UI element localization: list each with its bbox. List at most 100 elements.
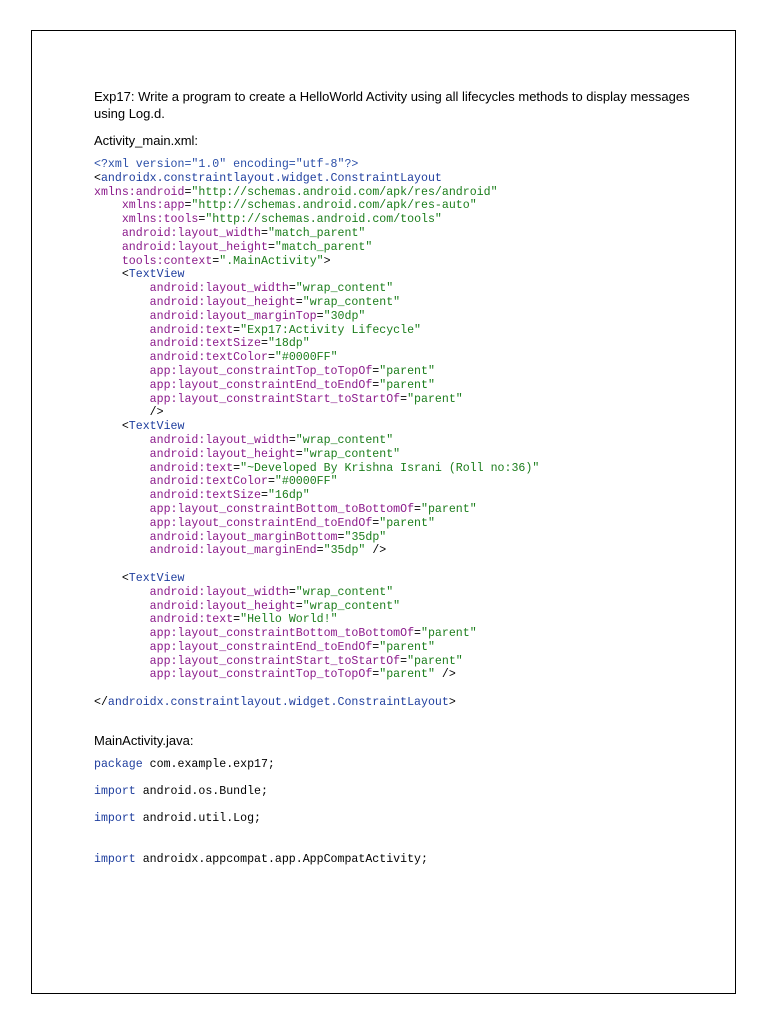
java-file-label: MainActivity.java: <box>94 732 194 748</box>
java-token: import <box>94 811 136 825</box>
xml-token: "wrap_content" <box>302 295 401 309</box>
xml-line: <TextView <box>94 572 715 586</box>
xml-token: < <box>94 420 129 434</box>
xml-token: "parent" <box>407 392 463 406</box>
xml-token: = <box>414 627 422 641</box>
java-token: package <box>94 757 143 771</box>
xml-line: <androidx.constraintlayout.widget.Constr… <box>94 172 715 186</box>
xml-token: = <box>288 585 296 599</box>
xml-token: android:layout_height <box>94 599 296 613</box>
xml-token: "http://schemas.android.com/tools" <box>205 213 442 227</box>
xml-line: xmlns:tools="http://schemas.android.com/… <box>94 213 715 227</box>
xml-token: > <box>448 696 456 710</box>
xml-line: tools:context=".MainActivity"> <box>94 255 715 269</box>
xml-token: "parent" <box>379 364 435 378</box>
xml-token: /> <box>94 406 164 420</box>
xml-token: "match_parent" <box>274 240 373 254</box>
xml-token: android:layout_height <box>94 295 296 309</box>
xml-token: "#0000FF" <box>274 351 338 365</box>
xml-token: android:layout_width <box>94 226 261 240</box>
xml-token: tools:context <box>94 254 213 268</box>
xml-token: "http://schemas.android.com/apk/res/andr… <box>191 185 498 199</box>
xml-token: android:textColor <box>94 351 268 365</box>
xml-token: "Exp17:Activity Lifecycle" <box>240 323 422 337</box>
xml-token: "parent" <box>379 640 435 654</box>
xml-token: < <box>94 268 129 282</box>
xml-token: TextView <box>128 268 185 282</box>
xml-token: "~Developed By Krishna Israni (Roll no:3… <box>240 461 540 475</box>
xml-token: "wrap_content" <box>302 447 401 461</box>
xml-line: android:layout_height="wrap_content" <box>94 600 715 614</box>
xml-token: xmlns:tools <box>94 213 199 227</box>
xml-line: android:layout_width="match_parent" <box>94 227 715 241</box>
xml-token: "wrap_content" <box>295 585 394 599</box>
xml-line: xmlns:app="http://schemas.android.com/ap… <box>94 199 715 213</box>
xml-token: "http://schemas.android.com/apk/res-auto… <box>191 199 477 213</box>
xml-token: "18dp" <box>267 337 310 351</box>
xml-token: = <box>316 309 324 323</box>
xml-line: app:layout_constraintEnd_toEndOf="parent… <box>94 641 715 655</box>
xml-token: "wrap_content" <box>295 433 394 447</box>
xml-token: app:layout_constraintEnd_toEndOf <box>94 516 373 530</box>
xml-line: android:layout_marginBottom="35dp" <box>94 531 715 545</box>
xml-token: = <box>288 282 296 296</box>
xml-token: /> <box>434 668 456 682</box>
xml-token: "parent" <box>421 502 477 516</box>
xml-code-block: <?xml version="1.0" encoding="utf-8"?> <a… <box>94 158 715 710</box>
xml-token: androidx.constraintlayout.widget.Constra… <box>107 696 449 710</box>
xml-line: android:layout_height="match_parent" <box>94 241 715 255</box>
xml-token: android:layout_height <box>94 447 296 461</box>
xml-token: /> <box>365 544 387 558</box>
xml-token: = <box>267 475 275 489</box>
xml-line: android:textSize="16dp" <box>94 489 715 503</box>
xml-token: = <box>414 502 422 516</box>
xml-token: android:layout_marginBottom <box>94 530 338 544</box>
xml-line: <TextView <box>94 268 715 282</box>
xml-token: "parent" <box>421 627 477 641</box>
xml-token: TextView <box>128 420 185 434</box>
xml-token: android:text <box>94 461 234 475</box>
xml-token: app:layout_constraintStart_toStartOf <box>94 392 401 406</box>
xml-token: = <box>295 447 303 461</box>
java-token: com.example.exp17; <box>142 757 275 771</box>
experiment-heading: Exp17: Write a program to create a Hello… <box>94 89 690 121</box>
xml-token: app:layout_constraintBottom_toBottomOf <box>94 627 415 641</box>
java-token: android.os.Bundle; <box>135 784 268 798</box>
xml-line: android:layout_width="wrap_content" <box>94 282 715 296</box>
xml-token: TextView <box>128 571 185 585</box>
xml-token: = <box>288 433 296 447</box>
xml-line: <?xml version="1.0" encoding="utf-8"?> <box>94 158 715 172</box>
xml-token: = <box>295 295 303 309</box>
xml-token: android:layout_width <box>94 585 289 599</box>
java-token: androidx.appcompat.app.AppCompatActivity… <box>135 852 428 866</box>
xml-line: app:layout_constraintStart_toStartOf="pa… <box>94 393 715 407</box>
java-token: import <box>94 784 136 798</box>
xml-token: android:textColor <box>94 475 268 489</box>
xml-line: app:layout_constraintEnd_toEndOf="parent… <box>94 379 715 393</box>
java-line: import android.util.Log; <box>94 812 715 826</box>
xml-token: = <box>267 240 275 254</box>
xml-line: android:textColor="#0000FF" <box>94 475 715 489</box>
java-line: package com.example.exp17; <box>94 758 715 772</box>
xml-token: android:text <box>94 323 234 337</box>
xml-line: android:text="Hello World!" <box>94 613 715 627</box>
xml-line: app:layout_constraintTop_toTopOf="parent… <box>94 668 715 682</box>
xml-token: android:layout_marginTop <box>94 309 317 323</box>
xml-token: <?xml version="1.0" encoding="utf-8"?> <box>94 158 359 171</box>
xml-token: android:textSize <box>94 337 261 351</box>
xml-line: android:text="~Developed By Krishna Isra… <box>94 462 715 476</box>
xml-line: android:layout_height="wrap_content" <box>94 296 715 310</box>
xml-token: app:layout_constraintTop_toTopOf <box>94 364 373 378</box>
java-line: import android.os.Bundle; <box>94 785 715 799</box>
xml-token: app:layout_constraintStart_toStartOf <box>94 654 401 668</box>
xml-token: </ <box>94 696 108 710</box>
xml-token: android:layout_width <box>94 433 289 447</box>
xml-line: android:layout_marginEnd="35dp" /> <box>94 544 715 558</box>
xml-token: "35dp" <box>323 544 366 558</box>
xml-token: = <box>260 489 268 503</box>
xml-token: app:layout_constraintEnd_toEndOf <box>94 640 373 654</box>
xml-token: < <box>94 171 101 185</box>
xml-line: <TextView <box>94 420 715 434</box>
xml-token: androidx.constraintlayout.widget.Constra… <box>100 171 442 185</box>
xml-line: </androidx.constraintlayout.widget.Const… <box>94 696 715 710</box>
